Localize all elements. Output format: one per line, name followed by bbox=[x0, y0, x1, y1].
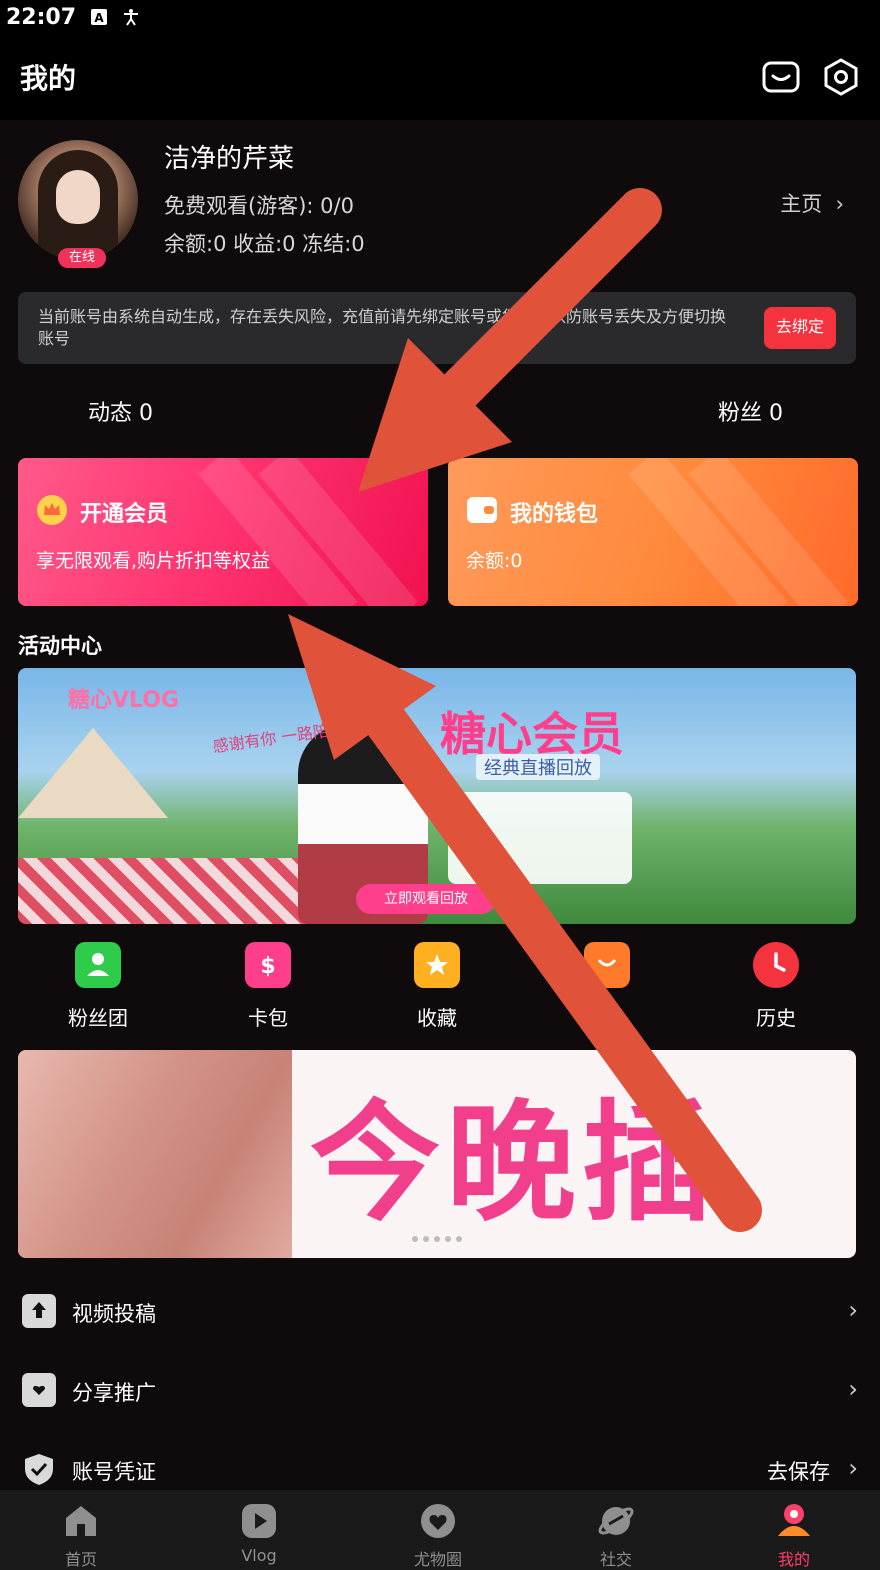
promo-banner-text: 今晚插 bbox=[310, 1087, 719, 1239]
grid-item-history[interactable]: 历史 bbox=[716, 942, 836, 1031]
bottom-tab-bar: 首页 Vlog 尤物圈 社交 我的 bbox=[0, 1490, 880, 1570]
avatar[interactable] bbox=[18, 140, 138, 260]
promo-banner-photo bbox=[18, 1050, 292, 1258]
quick-actions-grid: 粉丝团 $ 卡包 收藏 历史 bbox=[0, 942, 880, 1038]
history-clock-icon bbox=[753, 942, 799, 988]
chevron-right-icon: › bbox=[848, 1375, 858, 1403]
fan-group-icon bbox=[75, 942, 121, 988]
chevron-right-icon: › bbox=[848, 1296, 858, 1324]
stat-fans[interactable]: 粉丝 0 bbox=[718, 395, 783, 427]
wallet-card-title: 我的钱包 bbox=[510, 502, 599, 527]
tab-home[interactable]: 首页 bbox=[21, 1490, 141, 1570]
activity-section-title: 活动中心 bbox=[18, 634, 102, 658]
grid-item-card-wallet[interactable]: $ 卡包 bbox=[208, 942, 328, 1031]
notice-text: 当前账号由系统自动生成，存在丢失风险，充值前请先绑定账号或凭证，以防账号丢失及方… bbox=[38, 307, 727, 348]
play-icon bbox=[242, 1504, 276, 1538]
online-badge: 在线 bbox=[58, 248, 106, 268]
menu-share-promotion[interactable]: 分享推广 › bbox=[0, 1363, 880, 1423]
wallet-card-subtitle: 余额:0 bbox=[466, 550, 523, 572]
page-header: 我的 bbox=[0, 34, 880, 120]
accessibility-icon bbox=[124, 9, 139, 26]
tab-vlog[interactable]: Vlog bbox=[199, 1490, 319, 1565]
grid-label-favorites: 收藏 bbox=[417, 1006, 457, 1030]
tab-label-mine: 我的 bbox=[777, 1550, 810, 1569]
tab-mine[interactable]: 我的 bbox=[734, 1490, 854, 1570]
banner-logo: 糖心VLOG bbox=[68, 688, 180, 713]
tab-label-circle: 尤物圈 bbox=[413, 1550, 462, 1569]
tent-illustration bbox=[18, 728, 168, 818]
watch-replay-button[interactable]: 立即观看回放 bbox=[356, 884, 496, 914]
homepage-link-label: 主页 bbox=[780, 192, 823, 216]
tab-label-social: 社交 bbox=[599, 1550, 632, 1569]
save-credential-link[interactable]: 去保存 bbox=[767, 1456, 830, 1486]
promo-banner[interactable]: 今晚插 bbox=[18, 1050, 856, 1258]
message-icon[interactable] bbox=[762, 58, 800, 96]
shield-check-icon bbox=[25, 1454, 53, 1485]
vip-card[interactable]: 开通会员 享无限观看,购片折扣等权益 bbox=[18, 458, 428, 606]
svg-text:A: A bbox=[94, 11, 104, 25]
wallet-icon bbox=[467, 497, 497, 523]
keyboard-a-icon: A bbox=[91, 9, 108, 25]
wallet-card[interactable]: 我的钱包 余额:0 bbox=[448, 458, 858, 606]
svg-text:$: $ bbox=[260, 954, 275, 979]
tab-social[interactable]: 社交 bbox=[556, 1490, 676, 1570]
chevron-right-icon: › bbox=[848, 1454, 858, 1482]
grid-label-history: 历史 bbox=[756, 1006, 796, 1030]
grid-label-card-wallet: 卡包 bbox=[248, 1006, 288, 1030]
menu-label-account-credential: 账号凭证 bbox=[72, 1460, 156, 1484]
card-wallet-icon: $ bbox=[245, 942, 291, 988]
menu-video-upload[interactable]: 视频投稿 › bbox=[0, 1284, 880, 1344]
menu-label-video-upload: 视频投稿 bbox=[72, 1302, 156, 1326]
banner-chat-panel bbox=[448, 792, 632, 884]
bind-account-button[interactable]: 去绑定 bbox=[764, 307, 836, 349]
balance-summary: 余额:0 收益:0 冻结:0 bbox=[164, 232, 365, 256]
stat-middle[interactable]: 0 bbox=[458, 395, 472, 420]
stats-row: 动态 0 0 粉丝 0 bbox=[0, 395, 880, 439]
tab-label-vlog: Vlog bbox=[241, 1546, 277, 1565]
home-icon bbox=[66, 1506, 96, 1536]
profile-content: 在线 洁净的芹菜 免费观看(游客): 0/0 余额:0 收益:0 冻结:0 主页… bbox=[0, 120, 880, 1490]
grid-item-fan-group[interactable]: 粉丝团 bbox=[38, 942, 158, 1031]
grid-label-fan-group: 粉丝团 bbox=[68, 1006, 128, 1030]
grid-item-favorites[interactable]: 收藏 bbox=[377, 942, 497, 1031]
shopping-bag-icon bbox=[584, 942, 630, 988]
chevron-right-icon: › bbox=[828, 192, 844, 216]
grid-item-shop[interactable] bbox=[547, 942, 667, 1002]
profile-name: 洁净的芹菜 bbox=[164, 144, 295, 174]
menu-label-share-promotion: 分享推广 bbox=[72, 1381, 156, 1405]
vip-card-subtitle: 享无限观看,购片折扣等权益 bbox=[36, 550, 271, 572]
menu-account-credential[interactable]: 账号凭证 去保存 › bbox=[0, 1442, 880, 1490]
profile-summary: 在线 洁净的芹菜 免费观看(游客): 0/0 余额:0 收益:0 冻结:0 主页… bbox=[18, 138, 862, 268]
tab-label-home: 首页 bbox=[64, 1550, 97, 1569]
homepage-link[interactable]: 主页 › bbox=[780, 188, 844, 218]
settings-icon[interactable] bbox=[822, 58, 860, 96]
tab-circle[interactable]: 尤物圈 bbox=[378, 1490, 498, 1570]
heart-circle-icon bbox=[421, 1504, 455, 1538]
share-icon bbox=[22, 1373, 56, 1407]
status-bar: 22:07 A bbox=[0, 0, 880, 34]
status-time: 22:07 bbox=[6, 4, 77, 30]
vip-card-title: 开通会员 bbox=[80, 502, 169, 527]
stat-moments[interactable]: 动态 0 bbox=[88, 395, 153, 427]
planet-icon bbox=[598, 1507, 634, 1535]
bind-account-notice: 当前账号由系统自动生成，存在丢失风险，充值前请先绑定账号或凭证，以防账号丢失及方… bbox=[18, 292, 856, 364]
favorite-star-icon bbox=[414, 942, 460, 988]
activity-banner[interactable]: 糖心VLOG 感谢有你 一路陪伴 糖心会员 经典直播回放 立即观看回放 bbox=[18, 668, 856, 924]
profile-icon bbox=[778, 1504, 810, 1536]
page-title: 我的 bbox=[20, 62, 77, 95]
banner-subtitle: 经典直播回放 bbox=[476, 754, 600, 780]
carousel-dots bbox=[412, 1236, 462, 1242]
free-watch-count: 免费观看(游客): 0/0 bbox=[164, 194, 354, 218]
crown-icon bbox=[37, 495, 67, 525]
upload-icon bbox=[22, 1294, 56, 1328]
picnic-blanket-illustration bbox=[18, 858, 318, 924]
